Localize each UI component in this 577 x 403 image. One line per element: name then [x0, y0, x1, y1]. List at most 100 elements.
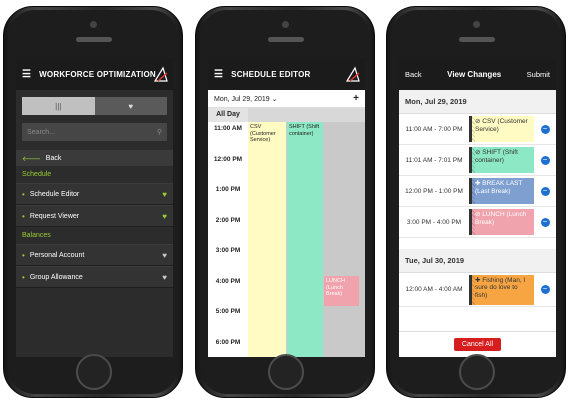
- section-balances: Balances: [22, 232, 51, 239]
- time-label: 12:00 PM: [213, 156, 243, 163]
- day-header: Tue, Jul 30, 2019: [399, 249, 556, 273]
- back-label: Back: [45, 154, 62, 162]
- time-grid: 11:00 AM 12:00 PM 1:00 PM 2:00 PM 3:00 P…: [208, 122, 365, 357]
- bullet-icon: •: [22, 250, 25, 260]
- search-input[interactable]: Search... ⚲: [22, 123, 167, 141]
- menu-item-group-allowance[interactable]: • Group Allowance ♥: [16, 266, 173, 288]
- event-shift[interactable]: SHIFT (Shift container): [287, 122, 323, 357]
- phone-frame-workforce: ☰ WORKFORCE OPTIMIZATION ||| ♥ Search...…: [3, 6, 183, 398]
- camera-dot: [90, 21, 97, 28]
- search-placeholder: Search...: [27, 128, 56, 136]
- heart-icon[interactable]: ♥: [162, 212, 167, 221]
- minus-circle-icon: −: [540, 285, 550, 294]
- camera-dot: [473, 21, 480, 28]
- change-time: 12:00 PM - 1:00 PM: [405, 187, 463, 195]
- change-row: 12:00 AM - 4:00 AM ✚ Fishing (Man, I sur…: [399, 273, 556, 307]
- arrow-left-icon: 🡐: [22, 155, 41, 163]
- change-time: 12:00 AM - 4:00 AM: [405, 286, 463, 293]
- menu-item-label: Schedule Editor: [29, 190, 80, 198]
- view-changes-screen: Back View Changes Submit Mon, Jul 29, 20…: [399, 58, 556, 357]
- back-button[interactable]: 🡐 Back: [16, 150, 173, 166]
- speaker-slot: [459, 37, 495, 42]
- minus-circle-icon: −: [540, 155, 550, 165]
- change-event: ⊘ LUNCH (Lunch Break): [469, 209, 534, 235]
- back-button[interactable]: Back: [405, 70, 422, 79]
- cancel-all-button[interactable]: Cancel All: [453, 338, 502, 351]
- tab-favorites[interactable]: ♥: [94, 97, 167, 115]
- time-label: 4:00 PM: [215, 278, 241, 285]
- home-button[interactable]: [76, 354, 112, 390]
- time-label: 11:00 AM: [214, 125, 242, 132]
- remove-change-button[interactable]: −: [534, 285, 556, 294]
- time-column: 11:00 AM 12:00 PM 1:00 PM 2:00 PM 3:00 P…: [208, 122, 248, 357]
- app-header: ☰ SCHEDULE EDITOR: [208, 58, 365, 90]
- workforce-screen: ☰ WORKFORCE OPTIMIZATION ||| ♥ Search...…: [16, 58, 173, 357]
- event-csv[interactable]: CSV (Customer Service): [248, 122, 286, 357]
- time-label: 5:00 PM: [215, 308, 241, 315]
- time-label: 6:00 PM: [215, 339, 241, 346]
- change-event: ✚ BREAK LAST (Last Break): [469, 178, 534, 204]
- all-day-row: All Day: [208, 108, 365, 122]
- search-icon: ⚲: [156, 129, 162, 136]
- events-area: CSV (Customer Service) SHIFT (Shift cont…: [248, 122, 365, 357]
- speaker-slot: [76, 37, 112, 42]
- change-row: 12:00 PM - 1:00 PM ✚ BREAK LAST (Last Br…: [399, 176, 556, 207]
- brand-logo-icon: [154, 66, 168, 82]
- phone-frame-changes: Back View Changes Submit Mon, Jul 29, 20…: [386, 6, 566, 398]
- home-button[interactable]: [268, 354, 304, 390]
- section-schedule: Schedule: [22, 171, 52, 178]
- menu-item-label: Request Viewer: [29, 212, 80, 220]
- change-event: ⊘ SHIFT (Shift container): [469, 147, 534, 173]
- date-selector[interactable]: Mon, Jul 29, 2019 ⌄: [214, 95, 277, 103]
- submit-button[interactable]: Submit: [527, 70, 550, 79]
- date-bar: Mon, Jul 29, 2019 ⌄ +: [208, 90, 365, 108]
- bullet-icon: •: [22, 211, 25, 221]
- camera-dot: [282, 21, 289, 28]
- change-event: ✚ Fishing (Man, I sure do love to fish): [469, 274, 534, 305]
- menu-item-personal-account[interactable]: • Personal Account ♥: [16, 244, 173, 266]
- change-event: ⊘ CSV (Customer Service): [469, 116, 534, 142]
- change-time: 11:00 AM - 7:00 PM: [405, 125, 463, 133]
- time-label: 1:00 PM: [215, 186, 241, 193]
- heart-icon[interactable]: ♥: [162, 251, 167, 260]
- page-title: View Changes: [447, 69, 502, 79]
- schedule-editor-screen: ☰ SCHEDULE EDITOR Mon, Jul 29, 2019 ⌄ + …: [208, 58, 365, 357]
- view-tabs: ||| ♥: [22, 97, 167, 115]
- changes-header: Back View Changes Submit: [399, 58, 556, 90]
- change-row: 11:01 AM - 7:01 PM ⊘ SHIFT (Shift contai…: [399, 145, 556, 176]
- menu-item-schedule-editor[interactable]: • Schedule Editor ♥: [16, 183, 173, 205]
- date-label: Mon, Jul 29, 2019: [214, 95, 270, 103]
- bullet-icon: •: [22, 272, 25, 282]
- time-label: 3:00 PM: [215, 247, 241, 254]
- change-time: 11:01 AM - 7:01 PM: [405, 156, 463, 164]
- remove-change-button[interactable]: −: [534, 217, 556, 227]
- app-header: ☰ WORKFORCE OPTIMIZATION: [16, 58, 173, 90]
- all-day-slot[interactable]: [248, 108, 365, 122]
- remove-change-button[interactable]: −: [534, 155, 556, 165]
- bullet-icon: •: [22, 189, 25, 199]
- menu-item-label: Group Allowance: [29, 273, 83, 281]
- tab-list[interactable]: |||: [22, 97, 95, 115]
- hamburger-menu-icon[interactable]: ☰: [22, 69, 31, 80]
- minus-circle-icon: −: [540, 217, 550, 227]
- app-title: WORKFORCE OPTIMIZATION: [39, 69, 156, 79]
- add-event-button[interactable]: +: [353, 93, 359, 104]
- remove-change-button[interactable]: −: [534, 186, 556, 196]
- hamburger-menu-icon[interactable]: ☰: [214, 69, 223, 80]
- heart-icon[interactable]: ♥: [162, 273, 167, 282]
- app-title: SCHEDULE EDITOR: [231, 69, 311, 79]
- change-row: 11:00 AM - 7:00 PM ⊘ CSV (Customer Servi…: [399, 114, 556, 145]
- heart-icon[interactable]: ♥: [162, 190, 167, 199]
- minus-circle-icon: −: [540, 124, 550, 134]
- event-lunch[interactable]: LUNCH (Lunch Break): [324, 276, 359, 306]
- all-day-label: All Day: [208, 108, 248, 122]
- brand-logo-icon: [346, 66, 360, 82]
- speaker-slot: [268, 37, 304, 42]
- home-button[interactable]: [459, 354, 495, 390]
- menu-item-request-viewer[interactable]: • Request Viewer ♥: [16, 205, 173, 227]
- time-label: 2:00 PM: [215, 217, 241, 224]
- remove-change-button[interactable]: −: [534, 124, 556, 134]
- chevron-down-icon: ⌄: [271, 95, 278, 103]
- phone-frame-schedule: ☰ SCHEDULE EDITOR Mon, Jul 29, 2019 ⌄ + …: [195, 6, 375, 398]
